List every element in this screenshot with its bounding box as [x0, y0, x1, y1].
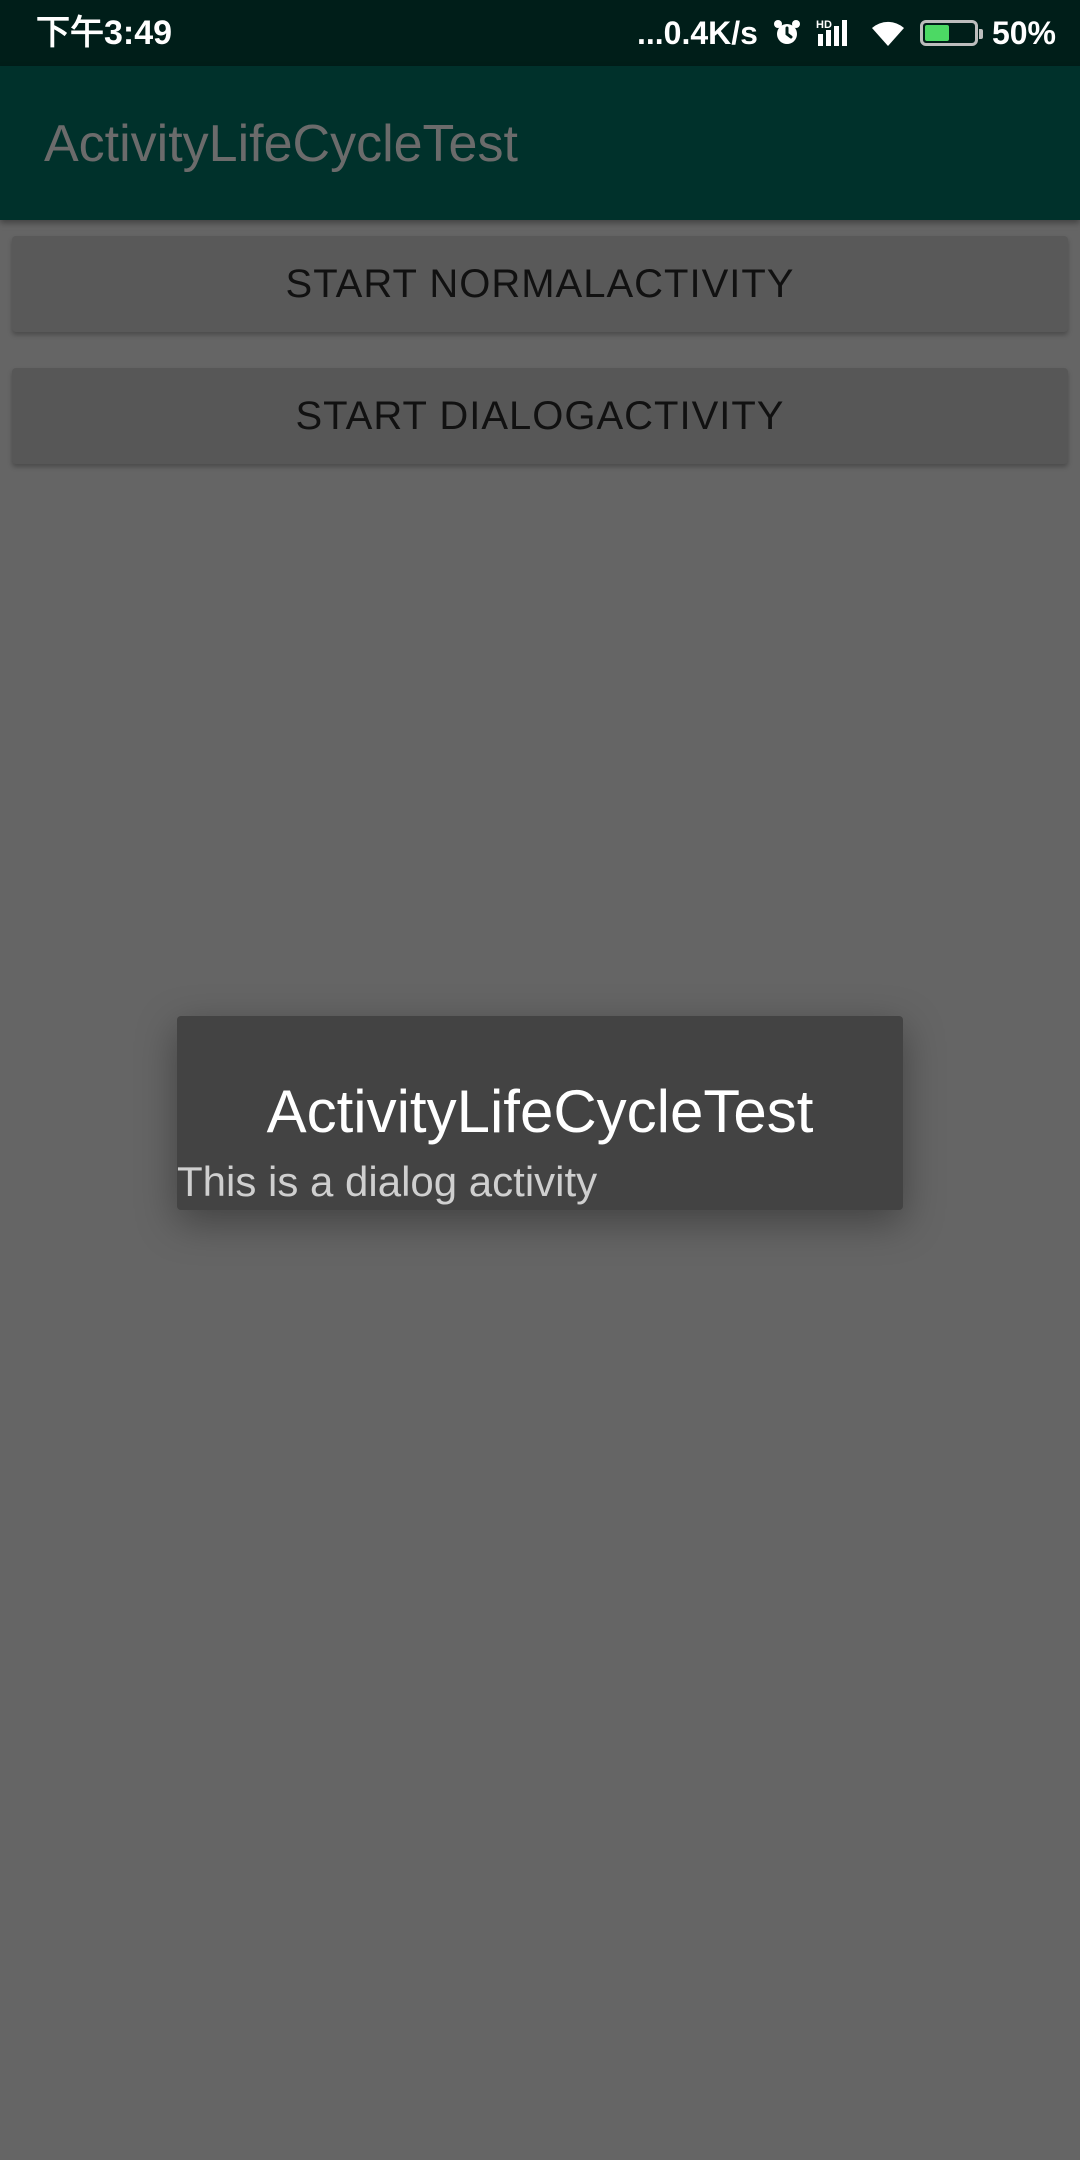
dialog-activity: ActivityLifeCycleTest This is a dialog a… [177, 1016, 903, 1210]
app-bar: ActivityLifeCycleTest [0, 66, 1080, 220]
dialog-message: This is a dialog activity [177, 1158, 598, 1205]
app-title: ActivityLifeCycleTest [44, 115, 518, 173]
signal-hd-icon: HD [816, 18, 856, 48]
battery-icon [919, 20, 983, 46]
dialog-title: ActivityLifeCycleTest [266, 1078, 814, 1145]
alarm-icon [772, 18, 802, 48]
status-indicators: ...0.4K/s HD 50% [637, 10, 1056, 56]
status-time: 下午3:49 [36, 14, 173, 52]
svg-text:HD: HD [816, 19, 832, 31]
start-dialog-activity-button[interactable]: START DIALOGACTIVITY [12, 368, 1068, 464]
battery-percent: 50% [991, 14, 1056, 51]
wifi-icon [870, 18, 906, 48]
network-speed: ...0.4K/s [637, 14, 758, 51]
start-normal-activity-button[interactable]: START NORMALACTIVITY [12, 236, 1068, 332]
battery-fill [924, 25, 949, 41]
status-bar: 下午3:49 ...0.4K/s HD 50% [0, 0, 1080, 66]
